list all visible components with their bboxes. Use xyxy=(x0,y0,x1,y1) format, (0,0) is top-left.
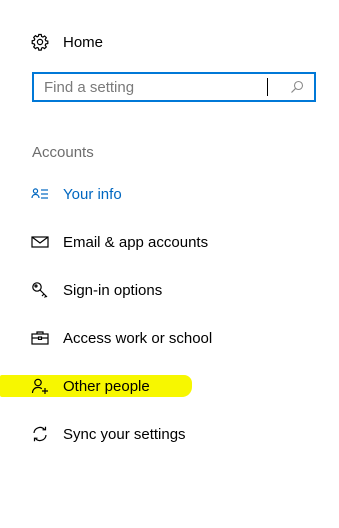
nav-item-label: Sync your settings xyxy=(63,425,186,443)
briefcase-icon xyxy=(31,329,49,347)
nav-item-sign-in-options[interactable]: Sign-in options xyxy=(31,278,162,302)
nav-item-label: Other people xyxy=(63,377,150,395)
nav-item-access-work-or-school[interactable]: Access work or school xyxy=(31,326,212,350)
key-icon xyxy=(31,281,49,299)
sync-icon xyxy=(31,425,49,443)
search-button[interactable] xyxy=(286,76,308,98)
envelope-icon xyxy=(31,233,49,251)
nav-item-sync-your-settings[interactable]: Sync your settings xyxy=(31,422,186,446)
nav-item-other-people[interactable]: Other people xyxy=(31,374,150,398)
nav-item-label: Sign-in options xyxy=(63,281,163,299)
home-label: Home xyxy=(63,33,104,51)
nav-item-email-app-accounts[interactable]: Email & app accounts xyxy=(31,230,208,254)
settings-navigation-pane: Home Accounts xyxy=(0,0,339,528)
contact-card-icon xyxy=(31,185,49,203)
search-box[interactable] xyxy=(32,72,316,102)
search-input[interactable] xyxy=(34,74,267,100)
home-link[interactable]: Home xyxy=(31,31,103,53)
gear-icon xyxy=(31,33,49,51)
nav-item-your-info[interactable]: Your info xyxy=(31,182,122,206)
text-cursor xyxy=(267,78,268,96)
section-title-accounts: Accounts xyxy=(32,144,94,161)
add-person-icon xyxy=(31,377,49,395)
nav-item-label: Access work or school xyxy=(63,329,213,347)
search-icon xyxy=(290,80,304,94)
nav-item-label: Your info xyxy=(63,185,122,203)
nav-item-label: Email & app accounts xyxy=(63,233,209,251)
